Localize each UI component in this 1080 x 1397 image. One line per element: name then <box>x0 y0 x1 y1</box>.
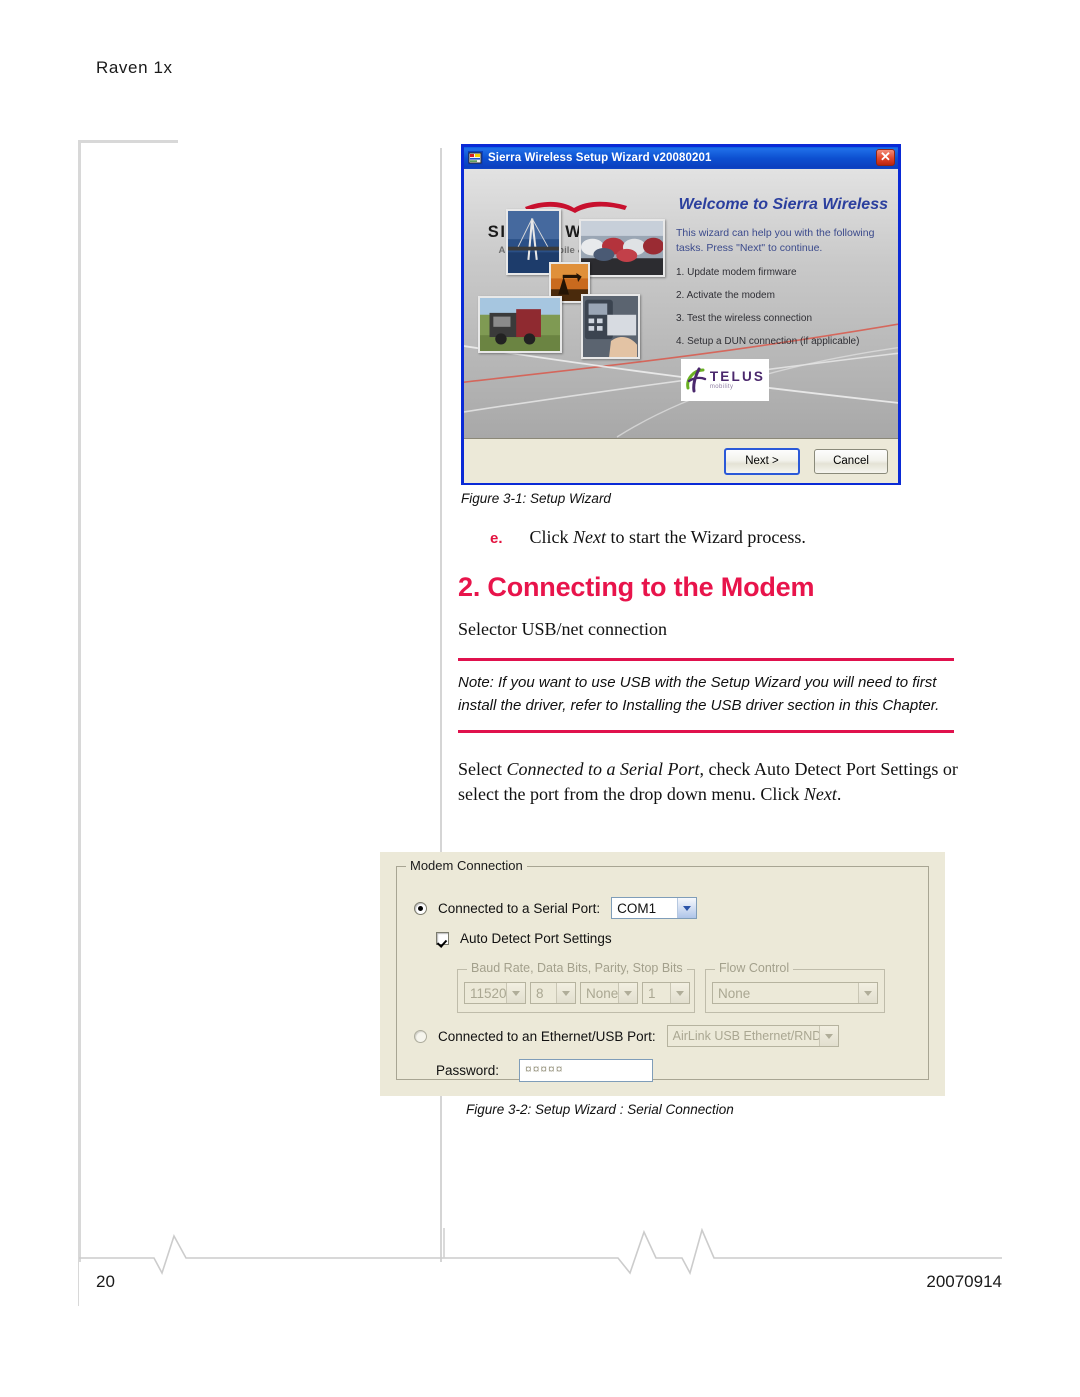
note-text: Note: If you want to use USB with the Se… <box>458 674 940 714</box>
chevron-down-icon[interactable] <box>506 983 525 1003</box>
ethernet-adapter-value: AirLink USB Ethernet/RNDIS #2 - Pac <box>672 1029 819 1043</box>
photo-truck <box>478 296 562 353</box>
radio-connected-ethernet-usb-port[interactable] <box>414 1029 427 1043</box>
chevron-down-icon[interactable] <box>556 983 575 1003</box>
ethernet-usb-row: Connected to an Ethernet/USB Port: AirLi… <box>414 1025 839 1047</box>
photo-collage <box>464 169 676 438</box>
list-item: 1. Update modem firmware <box>676 266 797 278</box>
wizard-title: Sierra Wireless Setup Wizard v20080201 <box>488 152 712 164</box>
port-settings-group: Baud Rate, Data Bits, Parity, Stop Bits … <box>457 961 695 1013</box>
baud-rate-value: 115200 <box>470 985 506 1001</box>
next-button[interactable]: Next > <box>724 447 800 475</box>
figure-2-caption: Figure 3-2: Setup Wizard : Serial Connec… <box>466 1102 734 1117</box>
cancel-button[interactable]: Cancel <box>814 448 888 474</box>
footer-waveform-decoration <box>78 1228 1002 1306</box>
instruction-emphasis-2: Next <box>803 783 837 804</box>
chevron-down-icon[interactable] <box>618 983 637 1003</box>
ethernet-usb-label: Connected to an Ethernet/USB Port: <box>438 1028 656 1044</box>
list-item: 3. Test the wireless connection <box>676 312 813 324</box>
margin-rule-vertical <box>78 140 81 1262</box>
wizard-body: SIERRA WIRELESS AirLink™ Mobile & M2M Pr… <box>464 169 898 438</box>
radio-connected-serial-port[interactable] <box>414 901 427 915</box>
telus-sub-label: mobility <box>709 384 734 391</box>
margin-rule-horizontal <box>78 140 178 143</box>
password-row: Password: ¤¤¤¤¤ <box>436 1059 654 1082</box>
wizard-intro-text: This wizard can help you with the follow… <box>676 227 875 254</box>
telus-logo: TELUS mobility <box>681 359 769 401</box>
data-bits-select[interactable]: 8 <box>530 982 576 1004</box>
data-bits-value: 8 <box>536 985 544 1001</box>
password-field[interactable]: ¤¤¤¤¤ <box>519 1059 654 1082</box>
photo-cars <box>579 219 665 277</box>
flow-control-value: None <box>718 985 751 1001</box>
list-item: 2. Activate the modem <box>676 289 775 301</box>
instruction-paragraph: Select Connected to a Serial Port, check… <box>458 757 958 807</box>
checkbox-auto-detect-port-settings[interactable] <box>436 931 449 945</box>
wizard-welcome-heading: Welcome to Sierra Wireless <box>678 196 888 213</box>
step-text-after: to start the Wizard process. <box>606 527 806 547</box>
step-emphasis: Next <box>573 527 607 547</box>
group-label: Flow Control <box>715 961 794 975</box>
instruction-emphasis-1: Connected to a Serial Port <box>506 759 700 779</box>
chevron-down-icon[interactable] <box>858 983 877 1003</box>
wizard-title-bar: Sierra Wireless Setup Wizard v20080201 ✕ <box>464 147 898 169</box>
instruction-part-3: . <box>836 783 842 804</box>
close-icon[interactable]: ✕ <box>876 149 895 166</box>
chevron-down-icon[interactable] <box>677 898 697 918</box>
group-label: Baud Rate, Data Bits, Parity, Stop Bits <box>467 961 687 975</box>
modem-connection-group: Modem Connection Connected to a Serial P… <box>396 858 929 1082</box>
stop-bits-select[interactable]: 1 <box>642 982 690 1004</box>
setup-wizard-dialog: Sierra Wireless Setup Wizard v20080201 ✕… <box>461 144 901 485</box>
running-head: Raven 1x <box>96 58 173 77</box>
modem-connection-panel: Modem Connection Connected to a Serial P… <box>380 852 945 1096</box>
auto-detect-label: Auto Detect Port Settings <box>460 930 612 946</box>
list-item: 4. Setup a DUN connection (if applicable… <box>676 335 860 347</box>
step-text-before: Click <box>529 527 574 547</box>
group-label: Modem Connection <box>406 858 527 873</box>
com-port-value: COM1 <box>617 900 657 916</box>
step-letter: e. <box>490 530 503 547</box>
password-value: ¤¤¤¤¤ <box>525 1062 564 1076</box>
section-lead-text: Selector USB/net connection <box>458 619 667 639</box>
telus-swirl-icon <box>686 367 707 393</box>
serial-port-row: Connected to a Serial Port: COM1 <box>414 897 698 919</box>
parity-value: None <box>586 985 618 1001</box>
wizard-button-bar: Next > Cancel <box>464 438 898 483</box>
telus-wordmark: TELUS <box>709 368 766 384</box>
instruction-part-1: Select <box>458 759 507 779</box>
photo-pos-terminal <box>581 294 640 359</box>
flow-control-select[interactable]: None <box>712 982 878 1004</box>
application-icon <box>468 151 483 165</box>
note-callout: Note: If you want to use USB with the Se… <box>458 658 954 733</box>
serial-port-label: Connected to a Serial Port: <box>438 900 601 916</box>
page-title: 2. Connecting to the Modem <box>458 572 815 602</box>
parity-select[interactable]: None <box>580 982 638 1004</box>
page-number: 20 <box>96 1272 115 1291</box>
document-page: Raven 1x Sierra Wireless Setup Wizard v2… <box>0 0 1080 1397</box>
wizard-welcome-panel: Welcome to Sierra Wireless This wizard c… <box>676 195 892 359</box>
wizard-task-list: 1. Update modem firmware 2. Activate the… <box>676 267 892 347</box>
chevron-down-icon[interactable] <box>670 983 689 1003</box>
password-label: Password: <box>436 1063 500 1078</box>
com-port-select[interactable]: COM1 <box>611 897 698 919</box>
ethernet-adapter-select[interactable]: AirLink USB Ethernet/RNDIS #2 - Pac <box>666 1025 839 1047</box>
flow-control-group: Flow Control None <box>705 961 885 1013</box>
step-item: e. Click Next to start the Wizard proces… <box>490 527 990 548</box>
wizard-app-glyph <box>468 152 482 164</box>
chevron-down-icon[interactable] <box>818 1026 838 1046</box>
baud-rate-select[interactable]: 115200 <box>464 982 526 1004</box>
auto-detect-row: Auto Detect Port Settings <box>436 929 612 947</box>
stop-bits-value: 1 <box>648 985 656 1001</box>
figure-1-caption: Figure 3-1: Setup Wizard <box>461 491 611 506</box>
document-date: 20070914 <box>926 1272 1002 1291</box>
